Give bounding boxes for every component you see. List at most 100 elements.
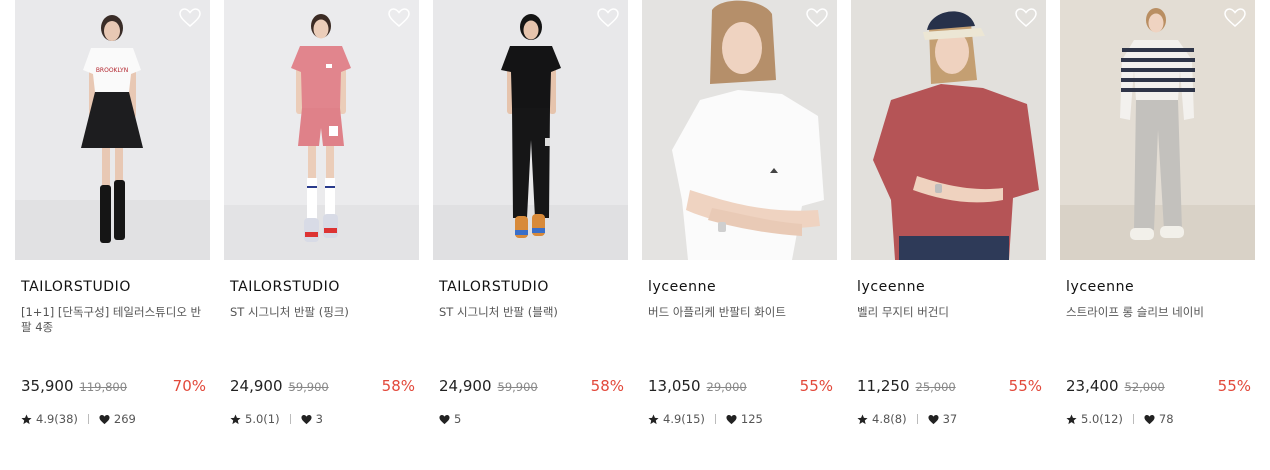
product-card[interactable]: lyceenne 버드 아플리케 반팔티 화이트 13,050 29,000 5…: [642, 0, 837, 470]
product-meta: 5.0(12) 78: [1066, 411, 1174, 427]
sale-price: 23,400: [1066, 377, 1119, 395]
star-icon: [1066, 413, 1077, 424]
price-row: 11,250 25,000 55%: [857, 377, 1042, 397]
likes-count: 269: [113, 412, 136, 426]
product-name[interactable]: ST 시그니처 반팔 (핑크): [230, 305, 413, 320]
original-price: 25,000: [915, 380, 956, 394]
product-brand[interactable]: lyceenne: [857, 279, 925, 295]
product-image[interactable]: BROOKLYN: [15, 0, 210, 260]
star-icon: [857, 413, 868, 424]
product-brand[interactable]: TAILORSTUDIO: [439, 279, 549, 295]
star-icon: [21, 413, 32, 424]
product-name[interactable]: [1+1] [단독구성] 테일러스튜디오 반팔 4종: [21, 305, 204, 335]
original-price: 59,900: [288, 380, 329, 394]
rating-group: 4.9(15): [648, 412, 705, 426]
original-price: 52,000: [1124, 380, 1165, 394]
product-card[interactable]: BROOKLYN TAILORSTUDIO [1+1] [단독구성] 테일러스튜…: [15, 0, 210, 470]
discount-rate: 58%: [381, 377, 415, 395]
svg-text:BROOKLYN: BROOKLYN: [96, 67, 128, 74]
heart-outline-icon[interactable]: [1224, 8, 1246, 28]
sale-price: 13,050: [648, 377, 701, 395]
product-meta: 5: [439, 411, 461, 427]
sale-price: 24,900: [439, 377, 492, 395]
product-photo: [224, 0, 419, 260]
product-meta: 4.8(8) 37: [857, 411, 957, 427]
heart-outline-icon[interactable]: [179, 8, 201, 28]
product-image[interactable]: [642, 0, 837, 260]
discount-rate: 55%: [1008, 377, 1042, 395]
product-image[interactable]: [433, 0, 628, 260]
rating-value: 4.9(38): [36, 412, 78, 426]
original-price: 59,900: [497, 380, 538, 394]
rating-group: 4.8(8): [857, 412, 907, 426]
rating-value: 4.9(15): [663, 412, 705, 426]
product-card[interactable]: TAILORSTUDIO ST 시그니처 반팔 (핑크) 24,900 59,9…: [224, 0, 419, 470]
discount-rate: 58%: [590, 377, 624, 395]
product-name[interactable]: 벨리 무지티 버건디: [857, 305, 1040, 320]
divider: [1132, 414, 1134, 424]
product-photo: [1060, 0, 1255, 260]
sale-price: 11,250: [857, 377, 910, 395]
price-row: 35,900 119,800 70%: [21, 377, 206, 397]
divider: [289, 414, 291, 424]
product-image[interactable]: [1060, 0, 1255, 260]
discount-rate: 70%: [172, 377, 206, 395]
likes-group: 125: [726, 412, 763, 426]
likes-count: 125: [740, 412, 763, 426]
product-brand[interactable]: TAILORSTUDIO: [230, 279, 340, 295]
sale-price: 24,900: [230, 377, 283, 395]
heart-outline-icon[interactable]: [806, 8, 828, 28]
likes-group: 3: [301, 412, 323, 426]
product-photo: [642, 0, 837, 260]
divider: [714, 414, 716, 424]
product-meta: 5.0(1) 3: [230, 411, 323, 427]
heart-filled-icon: [726, 414, 737, 424]
likes-group: 269: [99, 412, 136, 426]
product-card[interactable]: lyceenne 벨리 무지티 버건디 11,250 25,000 55% 4.…: [851, 0, 1046, 470]
price-row: 13,050 29,000 55%: [648, 377, 833, 397]
likes-count: 37: [942, 412, 958, 426]
heart-filled-icon: [1144, 414, 1155, 424]
product-brand[interactable]: lyceenne: [1066, 279, 1134, 295]
divider: [916, 414, 918, 424]
discount-rate: 55%: [799, 377, 833, 395]
heart-filled-icon: [439, 414, 450, 424]
product-name[interactable]: 스트라이프 롱 슬리브 네이비: [1066, 305, 1249, 320]
rating-group: 5.0(12): [1066, 412, 1123, 426]
product-name[interactable]: ST 시그니처 반팔 (블랙): [439, 305, 622, 320]
likes-count: 78: [1158, 412, 1174, 426]
price-row: 23,400 52,000 55%: [1066, 377, 1251, 397]
likes-count: 5: [454, 412, 462, 426]
heart-outline-icon[interactable]: [1015, 8, 1037, 28]
heart-outline-icon[interactable]: [388, 8, 410, 28]
heart-filled-icon: [928, 414, 939, 424]
product-card[interactable]: lyceenne 스트라이프 롱 슬리브 네이비 23,400 52,000 5…: [1060, 0, 1255, 470]
product-grid: BROOKLYN TAILORSTUDIO [1+1] [단독구성] 테일러스튜…: [15, 0, 1255, 470]
star-icon: [648, 413, 659, 424]
product-brand[interactable]: lyceenne: [648, 279, 716, 295]
original-price: 119,800: [79, 380, 128, 394]
likes-count: 3: [315, 412, 323, 426]
likes-group: 37: [928, 412, 958, 426]
price-row: 24,900 59,900 58%: [230, 377, 415, 397]
product-card[interactable]: TAILORSTUDIO ST 시그니처 반팔 (블랙) 24,900 59,9…: [433, 0, 628, 470]
product-photo: [851, 0, 1046, 260]
product-brand[interactable]: TAILORSTUDIO: [21, 279, 131, 295]
product-name[interactable]: 버드 아플리케 반팔티 화이트: [648, 305, 831, 320]
rating-group: 4.9(38): [21, 412, 78, 426]
product-image[interactable]: [851, 0, 1046, 260]
product-photo: BROOKLYN: [15, 0, 210, 260]
sale-price: 35,900: [21, 377, 74, 395]
likes-group: 78: [1144, 412, 1174, 426]
product-image[interactable]: [224, 0, 419, 260]
rating-value: 4.8(8): [872, 412, 907, 426]
heart-outline-icon[interactable]: [597, 8, 619, 28]
product-meta: 4.9(38) 269: [21, 411, 136, 427]
price-row: 24,900 59,900 58%: [439, 377, 624, 397]
product-meta: 4.9(15) 125: [648, 411, 763, 427]
likes-group: 5: [439, 412, 461, 426]
discount-rate: 55%: [1217, 377, 1251, 395]
heart-filled-icon: [301, 414, 312, 424]
original-price: 29,000: [706, 380, 747, 394]
divider: [87, 414, 89, 424]
